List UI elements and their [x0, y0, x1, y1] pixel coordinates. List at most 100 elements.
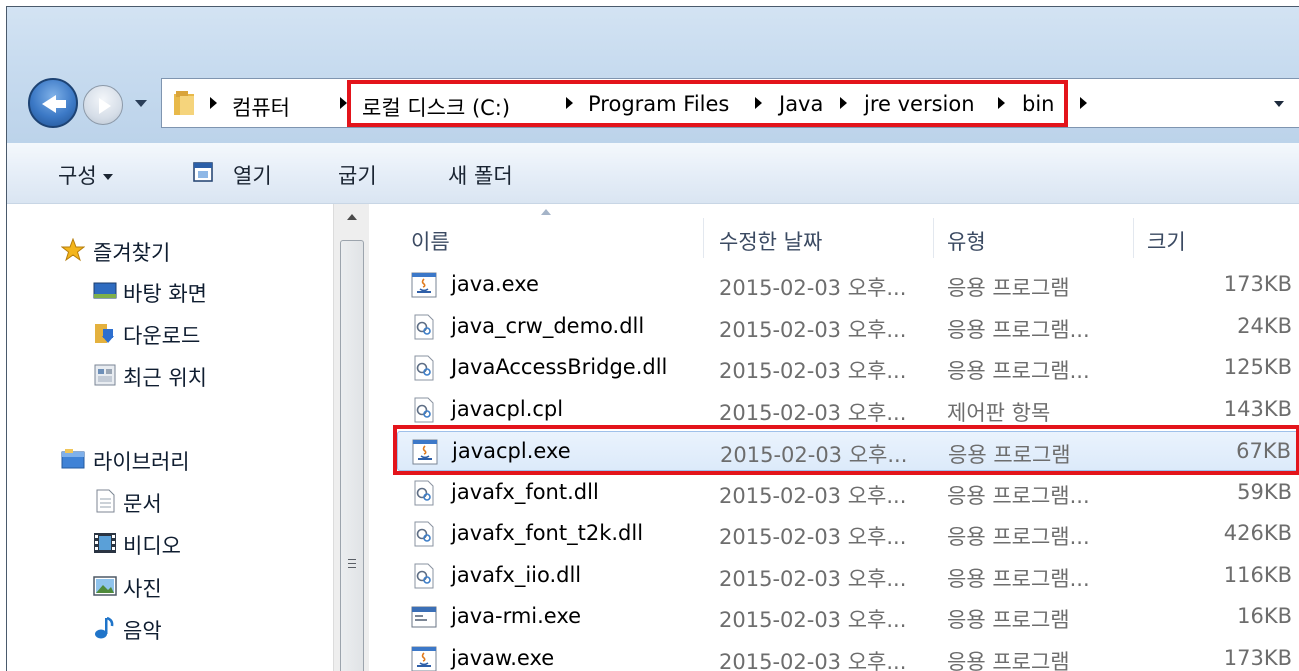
dll-icon	[411, 355, 437, 381]
sidebar-item-music[interactable]: 음악	[7, 612, 337, 646]
dll-icon	[411, 314, 437, 340]
file-date: 2015-02-03 오후...	[719, 521, 906, 551]
file-size: 173KB	[1224, 272, 1292, 296]
recent-places-icon	[93, 363, 117, 387]
open-label: 열기	[233, 164, 272, 188]
forward-button[interactable]	[83, 85, 123, 125]
file-type: 응용 프로그램...	[947, 314, 1090, 344]
star-icon	[61, 238, 85, 262]
java-app-icon	[411, 646, 437, 671]
breadcrumb-computer[interactable]: 컴퓨터	[232, 92, 290, 122]
back-button[interactable]	[28, 78, 78, 128]
sort-ascending-icon	[541, 209, 551, 215]
dll-icon	[411, 397, 437, 423]
libraries-icon	[61, 447, 85, 471]
scrollbar-thumb[interactable]	[340, 240, 364, 671]
sidebar-item-label: 사진	[123, 573, 162, 603]
file-name: java.exe	[451, 272, 539, 296]
table-row[interactable]: java_crw_demo.dll2015-02-03 오후...응용 프로그램…	[397, 307, 1299, 347]
file-type: 응용 프로그램	[947, 646, 1070, 671]
file-type: 제어판 항목	[947, 397, 1050, 427]
sidebar-item-desktop[interactable]: 바탕 화면	[7, 275, 337, 309]
file-type: 응용 프로그램...	[947, 521, 1090, 551]
column-divider[interactable]	[1133, 218, 1134, 258]
breadcrumb-separator-icon[interactable]	[1080, 97, 1087, 109]
table-row[interactable]: javafx_font.dll2015-02-03 오후...응용 프로그램..…	[397, 473, 1299, 513]
sidebar-item-label: 즐겨찾기	[93, 237, 170, 267]
file-size: 116KB	[1224, 563, 1292, 587]
dll-icon	[411, 480, 437, 506]
open-button[interactable]: 열기	[233, 160, 272, 190]
sidebar-item-pictures[interactable]: 사진	[7, 570, 337, 604]
table-row[interactable]: java.exe2015-02-03 오후...응용 프로그램173KB	[397, 265, 1299, 305]
column-divider[interactable]	[703, 218, 704, 258]
folder-icon	[174, 91, 196, 116]
file-date: 2015-02-03 오후...	[719, 397, 906, 427]
table-row[interactable]: JavaAccessBridge.dll2015-02-03 오후...응용 프…	[397, 348, 1299, 388]
file-date: 2015-02-03 오후...	[719, 314, 906, 344]
table-row[interactable]: javacpl.cpl2015-02-03 오후...제어판 항목143KB	[397, 390, 1299, 430]
sidebar-item-videos[interactable]: 비디오	[7, 527, 337, 561]
file-name: javafx_iio.dll	[451, 563, 581, 587]
new-folder-label: 새 폴더	[448, 164, 513, 188]
selected-file-highlight-box	[393, 425, 1299, 475]
organize-button[interactable]: 구성	[58, 160, 113, 190]
sidebar-item-downloads[interactable]: 다운로드	[7, 317, 337, 351]
sidebar-item-recent[interactable]: 최근 위치	[7, 359, 337, 393]
file-size: 426KB	[1224, 521, 1292, 545]
column-header-size[interactable]: 크기	[1147, 226, 1186, 256]
music-note-icon	[93, 616, 117, 640]
file-date: 2015-02-03 오후...	[719, 646, 906, 671]
column-header-date[interactable]: 수정한 날짜	[719, 226, 822, 256]
table-row[interactable]: java-rmi.exe2015-02-03 오후...응용 프로그램16KB	[397, 597, 1299, 637]
new-folder-button[interactable]: 새 폴더	[448, 160, 513, 190]
documents-icon	[93, 489, 117, 513]
file-type: 응용 프로그램...	[947, 355, 1090, 385]
file-size: 173KB	[1224, 646, 1292, 670]
chevron-down-icon	[103, 174, 113, 180]
file-date: 2015-02-03 오후...	[719, 272, 906, 302]
file-type: 응용 프로그램	[947, 604, 1070, 634]
file-size: 59KB	[1237, 480, 1292, 504]
file-size: 125KB	[1224, 355, 1292, 379]
file-date: 2015-02-03 오후...	[719, 604, 906, 634]
burn-button[interactable]: 굽기	[338, 160, 377, 190]
file-name: javacpl.cpl	[451, 397, 563, 421]
recent-pages-dropdown-icon[interactable]	[135, 100, 147, 107]
java-app-icon	[411, 272, 437, 298]
breadcrumb-separator-icon[interactable]	[210, 97, 217, 109]
sidebar-item-documents[interactable]: 문서	[7, 485, 337, 519]
sidebar-item-label: 라이브러리	[93, 446, 190, 476]
file-name: javafx_font_t2k.dll	[451, 521, 643, 545]
file-type: 응용 프로그램...	[947, 563, 1090, 593]
column-divider[interactable]	[933, 218, 934, 258]
open-app-icon	[193, 162, 213, 182]
sidebar-item-libraries[interactable]: 라이브러리	[7, 443, 337, 477]
file-size: 24KB	[1237, 314, 1292, 338]
sidebar-item-label: 바탕 화면	[123, 278, 207, 308]
address-history-dropdown-icon[interactable]	[1274, 101, 1284, 107]
sidebar-item-label: 음악	[123, 615, 162, 645]
sidebar-item-favorites[interactable]: 즐겨찾기	[7, 234, 337, 268]
file-date: 2015-02-03 오후...	[719, 563, 906, 593]
column-header-name[interactable]: 이름	[411, 226, 450, 256]
sidebar-item-label: 다운로드	[123, 320, 200, 350]
breadcrumb-separator-icon[interactable]	[340, 97, 347, 109]
grip-icon	[348, 559, 356, 560]
burn-label: 굽기	[338, 164, 377, 188]
sidebar-item-label: 비디오	[123, 530, 181, 560]
dll-icon	[411, 563, 437, 589]
navigation-scrollbar[interactable]	[333, 204, 370, 671]
file-type: 응용 프로그램...	[947, 480, 1090, 510]
table-row[interactable]: javafx_font_t2k.dll 2015-02-03 오후... 응용 프로…	[397, 514, 1299, 554]
column-header-type[interactable]: 유형	[947, 226, 986, 256]
navigation-pane: 즐겨찾기 바탕 화면 다운로드 최근 위치 라이브러리 문서 비디오 사진	[7, 204, 347, 671]
table-row[interactable]: javafx_iio.dll 2015-02-03 오후... 응용 프로그램...…	[397, 556, 1299, 596]
table-row[interactable]: javaw.exe2015-02-03 오후...응용 프로그램173KB	[397, 639, 1299, 671]
organize-label: 구성	[58, 164, 97, 188]
desktop-icon	[93, 279, 117, 303]
pictures-icon	[93, 574, 117, 598]
scroll-up-icon[interactable]	[347, 214, 357, 220]
file-date: 2015-02-03 오후...	[719, 355, 906, 385]
file-date: 2015-02-03 오후...	[719, 480, 906, 510]
